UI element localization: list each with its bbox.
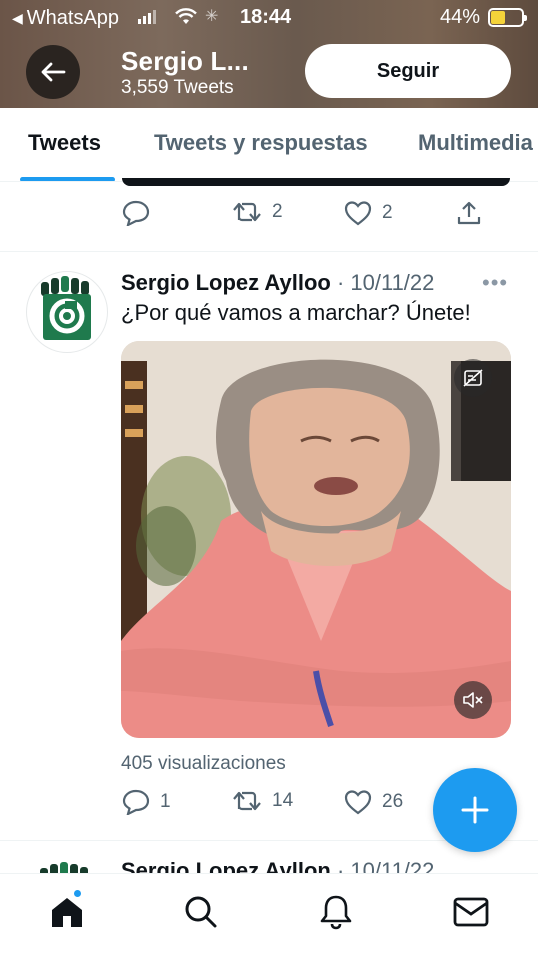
battery-percent: 44% [440, 6, 481, 28]
tweet-separator: · [330, 270, 351, 295]
nav-search[interactable] [181, 892, 221, 932]
nav-home[interactable] [47, 889, 87, 932]
share-icon [457, 201, 481, 225]
home-icon [52, 898, 82, 927]
view-count: 405 visualizaciones [121, 753, 286, 774]
follow-button[interactable]: Seguir [305, 44, 511, 98]
reply-button[interactable]: 1 [122, 789, 171, 815]
nav-messages[interactable] [451, 892, 491, 932]
retweet-icon [233, 202, 261, 222]
like-button[interactable]: 2 [344, 200, 393, 226]
profile-title: Sergio L... 3,559 Tweets [121, 46, 249, 99]
profile-tabs: Tweets Tweets y respuestas Multimedia [0, 108, 538, 182]
tweet-divider [0, 251, 538, 252]
previous-tweet-media[interactable] [122, 178, 510, 186]
tab-tweets[interactable]: Tweets [28, 130, 101, 156]
tab-tweets-replies[interactable]: Tweets y respuestas [154, 130, 368, 156]
status-bar: ◀ WhatsApp ✳ 18:44 44% [0, 0, 538, 36]
tweet-header: Sergio Lopez Aylloo · 10/11/22 [121, 270, 434, 296]
tweet-text: ¿Por qué vamos a marchar? Únete! [121, 300, 471, 325]
retweet-icon [233, 791, 261, 811]
activity-icon: ✳ [205, 8, 219, 25]
defiendo-logo-icon [41, 276, 91, 340]
compose-icon [461, 796, 489, 824]
tab-multimedia[interactable]: Multimedia [418, 130, 533, 156]
like-count: 2 [382, 202, 393, 223]
back-to-app[interactable]: ◀ WhatsApp [12, 7, 119, 30]
reply-button[interactable] [122, 200, 150, 226]
share-button[interactable] [456, 200, 482, 226]
reply-count: 1 [160, 791, 171, 812]
retweet-button[interactable]: 2 [232, 200, 283, 224]
wifi-icon [175, 8, 197, 24]
back-app-label: WhatsApp [26, 7, 120, 29]
like-count: 26 [382, 791, 404, 812]
bell-icon [320, 895, 352, 930]
nav-notifications[interactable] [316, 892, 356, 932]
notification-dot [73, 889, 82, 898]
signal-icon [138, 10, 156, 24]
mail-icon [453, 897, 489, 927]
tweet-video[interactable] [121, 341, 511, 738]
search-icon [185, 896, 217, 928]
profile-header: ◀ WhatsApp ✳ 18:44 44% Sergio L... 3,559… [0, 0, 538, 108]
tweet-date[interactable]: 10/11/22 [350, 270, 434, 295]
back-arrow-icon [41, 62, 66, 82]
no-caption-icon [463, 369, 483, 387]
status-time: 18:44 [240, 6, 292, 28]
mute-button[interactable] [454, 681, 492, 719]
retweet-count: 14 [272, 790, 294, 811]
no-caption-button[interactable] [454, 359, 492, 397]
mute-icon [463, 692, 483, 708]
bottom-navigation [0, 873, 538, 955]
active-tab-indicator [20, 177, 115, 181]
reply-icon [122, 200, 150, 226]
compose-tweet-button[interactable] [433, 768, 517, 852]
back-button[interactable] [26, 45, 80, 99]
tweet-author[interactable]: Sergio Lopez Aylloo [121, 270, 331, 295]
previous-tweet-actions: 2 2 [122, 200, 522, 228]
like-button[interactable]: 26 [344, 789, 403, 815]
video-frame [121, 341, 511, 738]
reply-icon [122, 789, 150, 815]
tweet-count: 3,559 Tweets [121, 77, 234, 98]
retweet-count: 2 [272, 201, 283, 222]
battery-icon [488, 8, 527, 27]
back-triangle-icon: ◀ [12, 10, 23, 26]
retweet-button[interactable]: 14 [232, 789, 293, 813]
like-icon [344, 790, 372, 815]
profile-name: Sergio L... [121, 46, 249, 76]
like-icon [344, 201, 372, 226]
author-avatar[interactable] [26, 271, 108, 353]
more-options-icon[interactable]: ••• [482, 270, 508, 296]
